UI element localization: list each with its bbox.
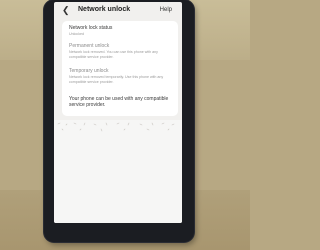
info-card: Your phone can be used with any compatib… [62, 92, 178, 116]
temporary-unlock-description: Network lock removed temporarily. Use th… [69, 75, 164, 84]
page-title: Network unlock [78, 6, 131, 13]
network-lock-status-value: Unlocked [69, 32, 84, 36]
permanent-unlock-description: Network lock removed. You can use this p… [69, 50, 158, 59]
list-item-permanent-unlock[interactable]: Permanent unlock Network lock removed. Y… [69, 43, 173, 59]
chevron-left-icon[interactable]: ❮ [62, 5, 71, 15]
network-lock-status-label: Network lock status [69, 25, 113, 31]
list-item-temporary-unlock[interactable]: Temporary unlock Network lock removed te… [69, 68, 173, 84]
help-button[interactable]: Help [160, 5, 172, 15]
screen-scuff-marks [57, 122, 175, 132]
list-item-network-lock-status[interactable]: Network lock status Unlocked [69, 25, 173, 37]
temporary-unlock-label: Temporary unlock [69, 68, 109, 74]
unlock-options-card: Network lock status Unlocked Permanent u… [62, 21, 178, 101]
app-bar: ❮ Network unlock Help [54, 4, 182, 16]
permanent-unlock-label: Permanent unlock [69, 43, 110, 49]
compatibility-info-text: Your phone can be used with any compatib… [69, 96, 169, 108]
phone-screen: ❮ Network unlock Help Network lock statu… [54, 2, 182, 223]
